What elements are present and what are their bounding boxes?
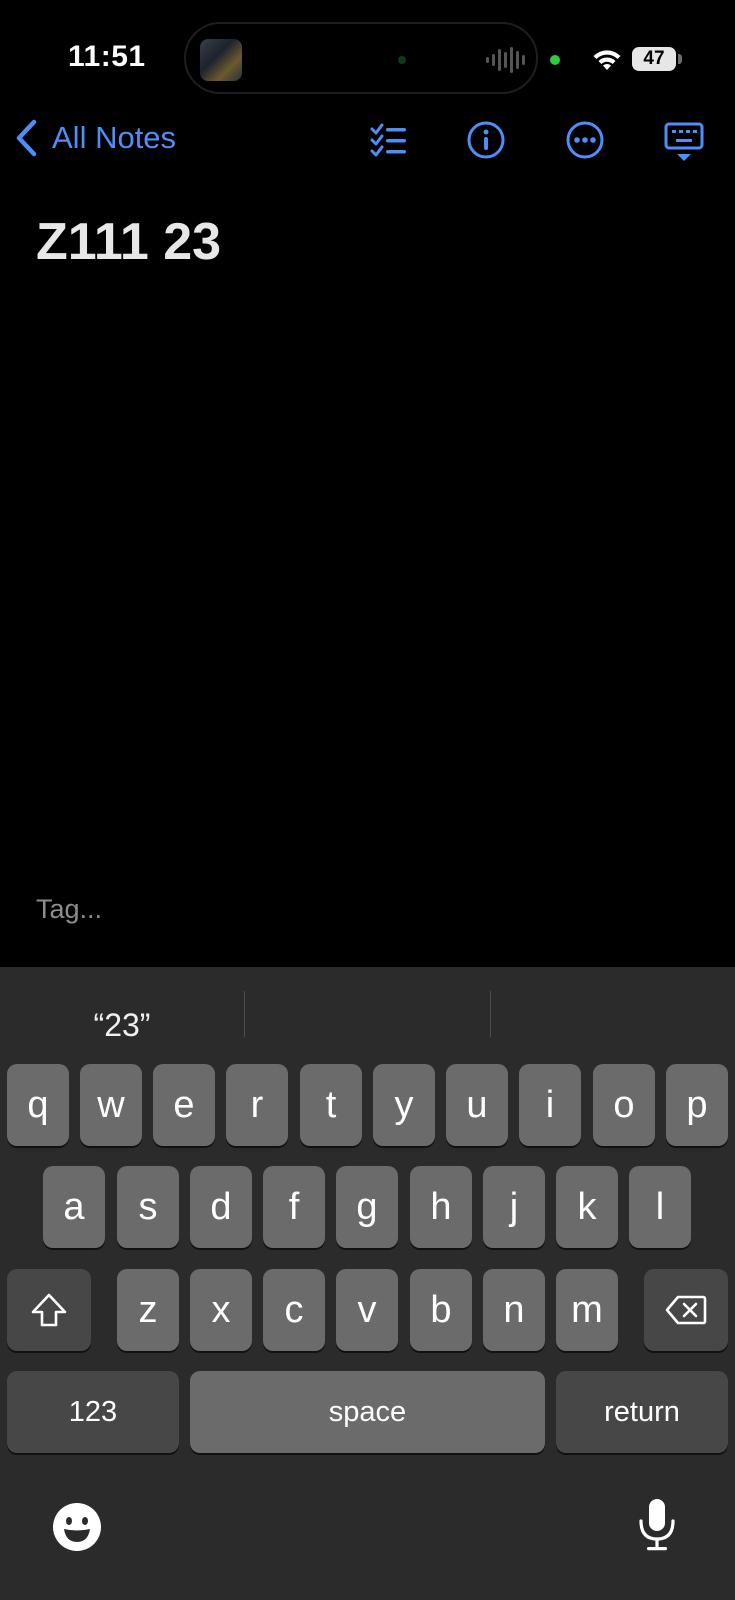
dynamic-island[interactable] (184, 22, 538, 94)
key-g[interactable]: g (336, 1166, 398, 1248)
info-icon[interactable] (466, 120, 506, 160)
key-x[interactable]: x (190, 1269, 252, 1351)
key-r[interactable]: r (226, 1064, 288, 1146)
shift-key[interactable] (7, 1269, 91, 1351)
key-v[interactable]: v (336, 1269, 398, 1351)
back-button-label: All Notes (52, 120, 177, 155)
status-bar: 11:51 47 (0, 0, 735, 110)
status-time: 11:51 (68, 40, 146, 73)
key-s[interactable]: s (117, 1166, 179, 1248)
tag-input[interactable] (36, 894, 336, 925)
chevron-left-icon (16, 119, 37, 157)
keyboard-dismiss-icon[interactable] (664, 122, 704, 164)
privacy-indicator-icon (550, 55, 560, 65)
key-q[interactable]: q (7, 1064, 69, 1146)
key-o[interactable]: o (593, 1064, 655, 1146)
note-title[interactable]: Z111 23 (36, 212, 221, 272)
more-icon[interactable] (565, 120, 605, 160)
key-j[interactable]: j (483, 1166, 545, 1248)
key-l[interactable]: l (629, 1166, 691, 1248)
now-playing-artwork[interactable] (200, 39, 242, 81)
wifi-icon (593, 50, 621, 70)
key-i[interactable]: i (519, 1064, 581, 1146)
key-c[interactable]: c (263, 1269, 325, 1351)
emoji-icon[interactable] (52, 1502, 102, 1552)
microphone-icon[interactable] (636, 1497, 678, 1553)
key-z[interactable]: z (117, 1269, 179, 1351)
key-m[interactable]: m (556, 1269, 618, 1351)
key-n[interactable]: n (483, 1269, 545, 1351)
shift-icon (31, 1293, 67, 1327)
return-key[interactable]: return (556, 1371, 728, 1453)
suggestion-divider (244, 991, 245, 1037)
suggestion-1[interactable]: “23” (0, 1007, 244, 1044)
checklist-icon[interactable] (370, 120, 408, 160)
key-u[interactable]: u (446, 1064, 508, 1146)
key-h[interactable]: h (410, 1166, 472, 1248)
back-button[interactable]: All Notes (14, 118, 176, 158)
backspace-icon (665, 1295, 707, 1325)
key-y[interactable]: y (373, 1064, 435, 1146)
battery-icon: 47 (632, 47, 676, 71)
suggestion-divider (490, 991, 491, 1037)
delete-key[interactable] (644, 1269, 728, 1351)
key-f[interactable]: f (263, 1166, 325, 1248)
numbers-key[interactable]: 123 (7, 1371, 179, 1453)
key-e[interactable]: e (153, 1064, 215, 1146)
key-a[interactable]: a (43, 1166, 105, 1248)
key-w[interactable]: w (80, 1064, 142, 1146)
keyboard: “23” q w e r t y u i o p a s d f g h j k… (0, 967, 735, 1600)
space-key[interactable]: space (190, 1371, 545, 1453)
key-d[interactable]: d (190, 1166, 252, 1248)
audio-waveform-icon (486, 47, 525, 73)
key-k[interactable]: k (556, 1166, 618, 1248)
battery-tip (678, 54, 682, 64)
camera-indicator-icon (398, 56, 406, 64)
key-p[interactable]: p (666, 1064, 728, 1146)
key-b[interactable]: b (410, 1269, 472, 1351)
key-t[interactable]: t (300, 1064, 362, 1146)
